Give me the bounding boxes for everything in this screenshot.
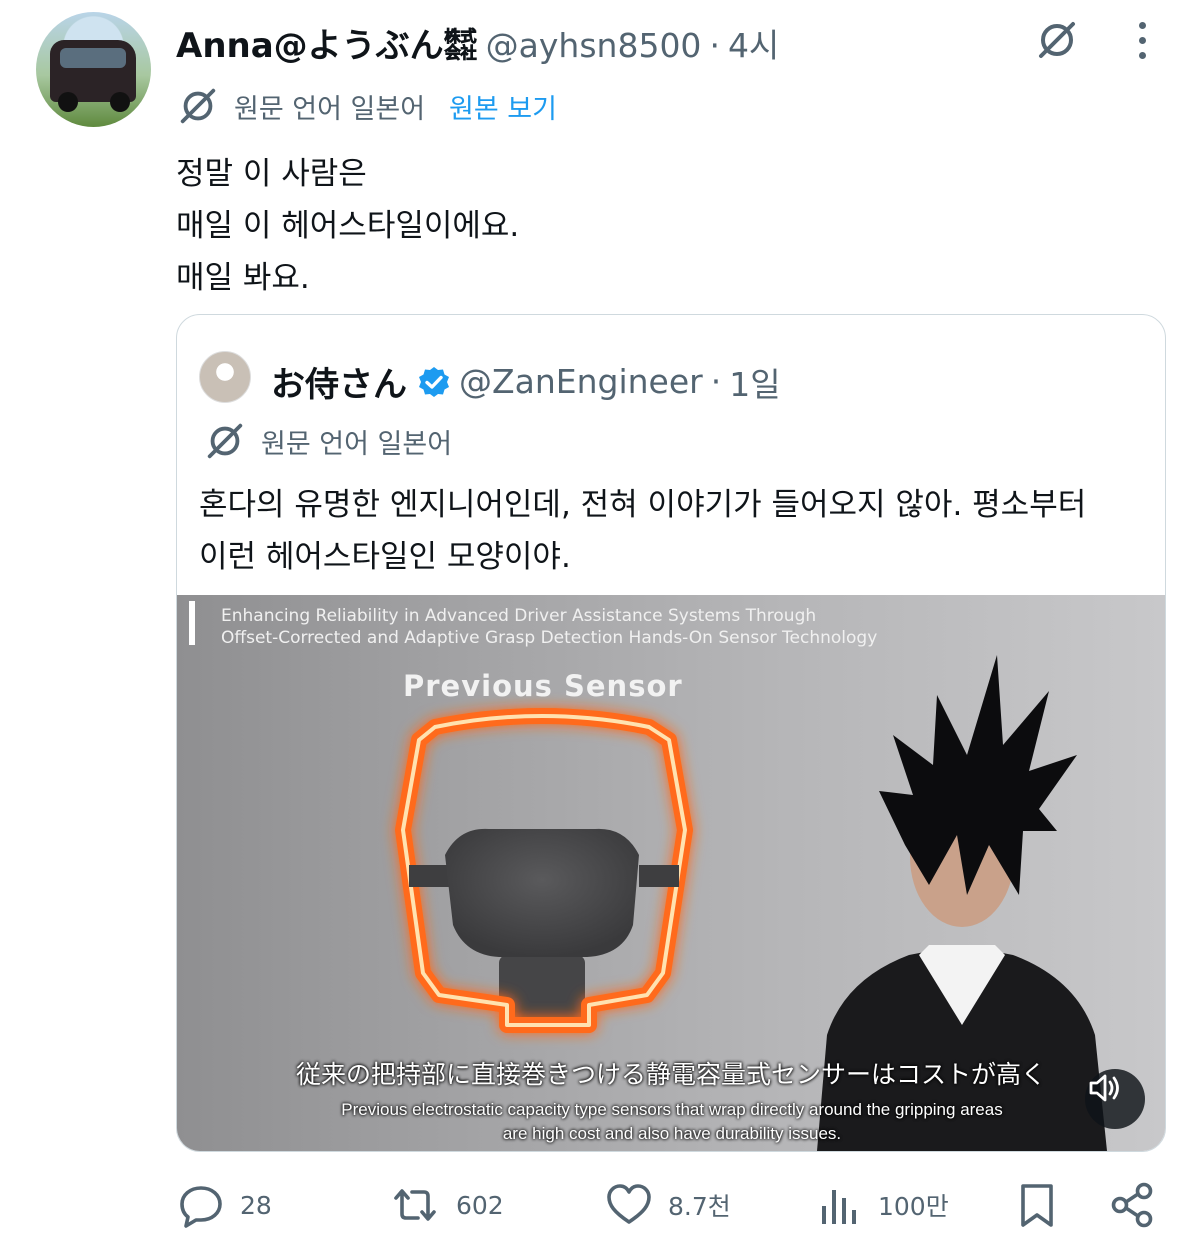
grok-icon	[207, 423, 243, 459]
quoted-tweet-text: 혼다의 유명한 엔지니어인데, 전혀 이야기가 들어오지 않아. 평소부터 이런…	[199, 479, 1149, 583]
subtitle-english-line: are high cost and also have durability i…	[502, 1124, 842, 1143]
more-icon-dot	[1138, 36, 1146, 44]
translation-row: 원문 언어 일본어 원본 보기	[176, 84, 557, 128]
subtitle-japanese: 従来の把持部に直接巻きつける静電容量式センサーはコストが高く	[295, 1060, 1046, 1089]
quoted-author-avatar[interactable]	[199, 351, 251, 403]
repost-count: 602	[456, 1190, 504, 1220]
separator-dot: ·	[710, 362, 722, 401]
bookmark-button[interactable]	[1014, 1180, 1060, 1230]
avatar-van-window	[60, 48, 126, 68]
person-spiky-hair	[879, 655, 1077, 895]
like-button[interactable]: 8.7천	[604, 1180, 731, 1230]
like-count: 8.7천	[668, 1192, 731, 1221]
quoted-text-line: 혼다의 유명한 엔지니어인데, 전혀 이야기가 들어오지 않아. 평소부터	[199, 487, 1087, 523]
grok-button[interactable]	[1030, 16, 1084, 64]
author-display-name[interactable]: Anna@ようぶん㍿	[176, 18, 478, 67]
views-button[interactable]: 100만	[816, 1180, 949, 1230]
heart-icon	[607, 1184, 651, 1224]
more-icon	[1138, 21, 1146, 29]
grok-icon	[180, 88, 216, 124]
views-count: 100만	[878, 1192, 949, 1221]
reply-button[interactable]: 28	[176, 1180, 272, 1230]
quoted-author-handle[interactable]: @ZanEngineer	[459, 362, 703, 401]
sound-toggle-button[interactable]	[1085, 1069, 1145, 1129]
video-title-line: Offset-Corrected and Adaptive Grasp Dete…	[221, 628, 878, 648]
quoted-tweet-header: お侍さん @ZanEngineer · 1일	[271, 357, 781, 406]
video-title-line: Enhancing Reliability in Advanced Driver…	[221, 606, 817, 626]
more-button[interactable]	[1124, 16, 1160, 64]
tweet-text: 정말 이 사람은 매일 이 헤어스타일이에요. 매일 봐요.	[176, 148, 519, 304]
reply-icon	[180, 1186, 222, 1228]
subtitle-english-line: Previous electrostatic capacity type sen…	[341, 1100, 1003, 1119]
quoted-translation-row: 원문 언어 일본어	[203, 419, 452, 463]
avatar-wheel	[110, 92, 130, 112]
subtitle-english: Previous electrostatic capacity type sen…	[297, 1098, 1047, 1146]
more-icon-dot	[1138, 51, 1146, 59]
separator-dot: ·	[709, 26, 720, 65]
sensor-label: Previous Sensor	[403, 669, 683, 703]
quoted-text-line: 이런 헤어스타일인 모양이야.	[199, 539, 571, 575]
reply-count: 28	[240, 1190, 272, 1220]
share-button[interactable]	[1108, 1180, 1158, 1230]
grok-icon	[1039, 22, 1075, 58]
views-icon	[822, 1190, 856, 1224]
quoted-tweet-card[interactable]: お侍さん @ZanEngineer · 1일 원문 언어 일본어 혼다의 유명한…	[176, 314, 1166, 1152]
wheel-spoke	[639, 865, 679, 887]
volume-icon	[1089, 1074, 1119, 1102]
verified-badge-icon	[419, 366, 449, 397]
author-handle[interactable]: @ayhsn8500	[486, 26, 702, 65]
video-player[interactable]: Enhancing Reliability in Advanced Driver…	[177, 595, 1165, 1151]
share-icon	[1111, 1182, 1153, 1228]
repost-icon	[394, 1189, 436, 1221]
quoted-tweet-time[interactable]: 1일	[729, 358, 780, 406]
tweet-actions-bar: 28 602 8.7천 100만	[176, 1180, 1166, 1233]
quoted-author-display-name[interactable]: お侍さん	[271, 357, 407, 406]
source-language-label: 원문 언어 일본어	[261, 428, 453, 460]
tweet-time[interactable]: 4시	[728, 19, 779, 67]
source-language-label: 원문 언어 일본어	[234, 93, 426, 125]
wheel-spoke	[409, 865, 449, 887]
tweet-header: Anna@ようぶん㍿ @ayhsn8500 · 4시	[176, 18, 779, 67]
tweet-text-line: 매일 이 헤어스타일이에요.	[176, 208, 520, 244]
steering-wheel-hub	[445, 828, 639, 957]
tweet-text-line: 매일 봐요.	[176, 260, 310, 296]
video-title-text: Enhancing Reliability in Advanced Driver…	[221, 605, 877, 649]
avatar-wheel	[58, 92, 78, 112]
author-avatar[interactable]	[36, 12, 151, 127]
repost-button[interactable]: 602	[388, 1180, 504, 1230]
title-accent-bar	[189, 601, 195, 645]
view-original-link[interactable]: 원본 보기	[449, 87, 557, 126]
tweet-text-line: 정말 이 사람은	[176, 156, 367, 192]
bookmark-icon	[1021, 1184, 1053, 1227]
